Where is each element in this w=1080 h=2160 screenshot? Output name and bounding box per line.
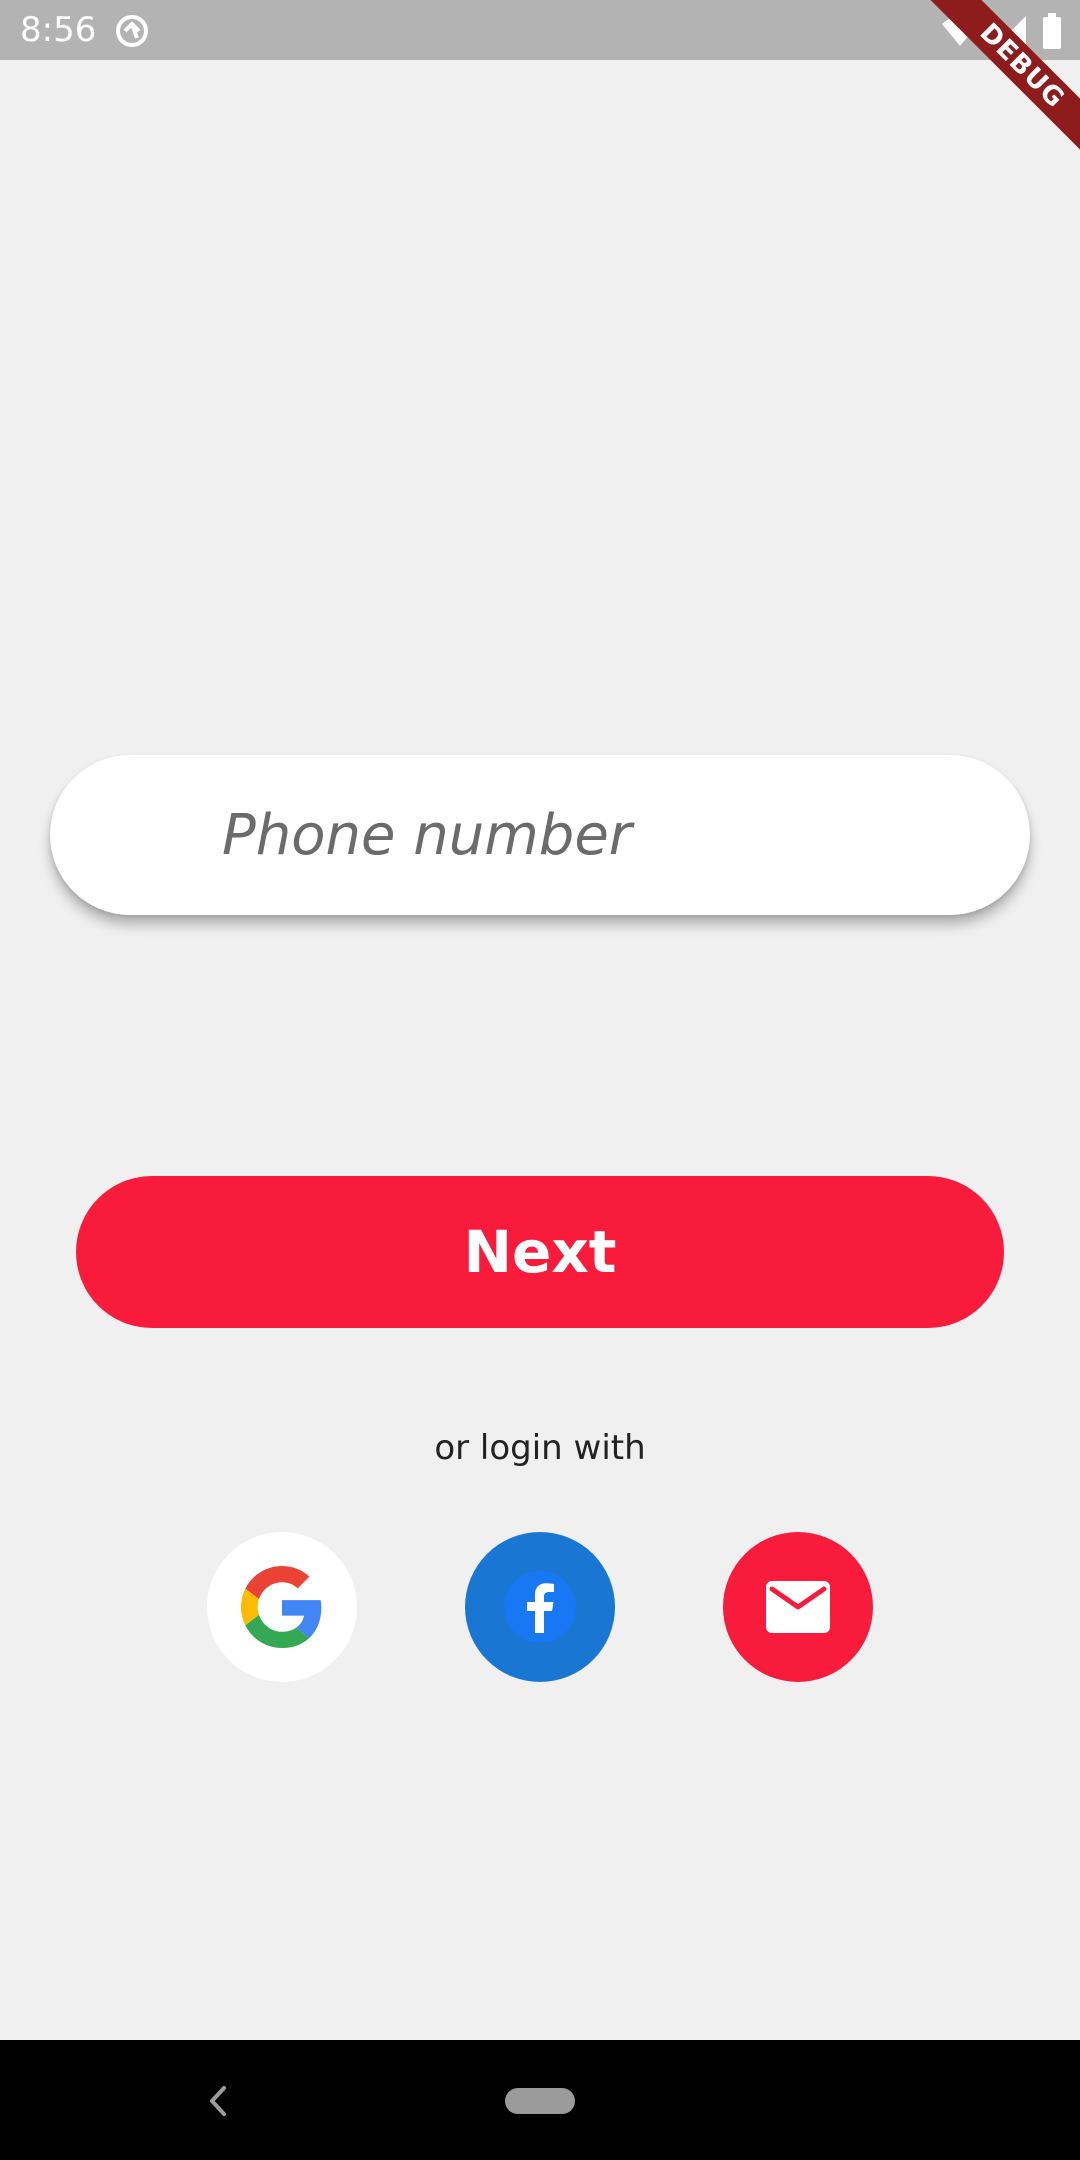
facebook-icon <box>504 1571 576 1643</box>
status-time: 8:56 <box>20 10 97 50</box>
debug-banner: DEBUG <box>920 0 1080 160</box>
phone-number-input[interactable] <box>220 755 1000 915</box>
navigation-bar <box>0 2040 1080 2160</box>
or-login-label: or login with <box>434 1428 646 1468</box>
google-icon <box>241 1566 322 1648</box>
email-login-button[interactable] <box>723 1532 873 1682</box>
phone-field-container <box>50 755 1030 915</box>
next-button[interactable]: Next <box>76 1176 1004 1328</box>
mail-icon <box>766 1581 830 1633</box>
home-pill-icon[interactable] <box>505 2088 575 2114</box>
status-bar: 8:56 <box>0 0 1080 60</box>
debug-banner-label: DEBUG <box>920 0 1080 160</box>
back-icon[interactable] <box>198 2080 240 2122</box>
sync-icon <box>116 15 148 47</box>
facebook-login-button[interactable] <box>465 1532 615 1682</box>
google-login-button[interactable] <box>207 1532 357 1682</box>
